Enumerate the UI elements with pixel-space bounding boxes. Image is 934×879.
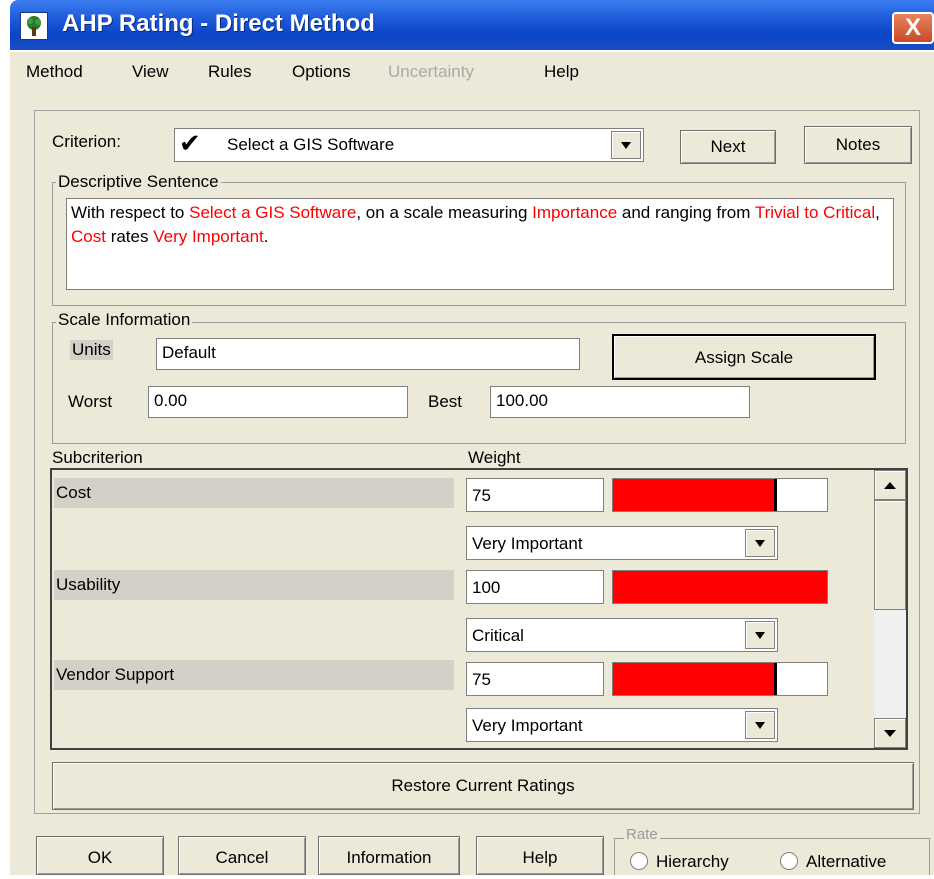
menu-uncertainty: Uncertainty — [388, 62, 474, 81]
best-label: Best — [428, 392, 463, 411]
cancel-button[interactable]: Cancel — [178, 836, 306, 875]
chevron-down-icon[interactable] — [611, 131, 641, 159]
best-field[interactable]: 100.00 — [490, 386, 750, 418]
units-label: Units — [70, 340, 113, 360]
rating-value: Very Important — [472, 716, 583, 735]
descriptive-part: . — [263, 227, 269, 246]
subcriterion-name: Usability — [54, 570, 454, 600]
weight-bar-fill — [613, 571, 827, 603]
alternative-radio[interactable] — [780, 852, 798, 870]
weight-field[interactable]: 75 — [466, 478, 604, 512]
menu-help[interactable]: Help — [544, 62, 579, 82]
rate-group-title: Rate — [624, 826, 660, 843]
hierarchy-radio[interactable] — [630, 852, 648, 870]
worst-field[interactable]: 0.00 — [148, 386, 408, 418]
descriptive-part: Trivial to Critical — [754, 203, 876, 222]
app-tree-icon — [20, 12, 48, 40]
criterion-label: Criterion: — [52, 132, 121, 151]
descriptive-part: With respect to — [71, 203, 190, 222]
descriptive-part: rates — [105, 227, 154, 246]
scroll-down-button[interactable] — [874, 718, 906, 748]
weight-bar-fill — [613, 663, 777, 695]
criterion-value: Select a GIS Software — [227, 135, 395, 154]
help-button[interactable]: Help — [476, 836, 604, 875]
weight-bar[interactable] — [612, 570, 828, 604]
rating-dropdown[interactable]: Critical — [466, 618, 778, 652]
menu-options[interactable]: Options — [292, 62, 351, 82]
descriptive-part: Cost — [71, 227, 106, 246]
rating-value: Critical — [472, 626, 524, 645]
descriptive-part: , — [875, 203, 880, 222]
worst-label: Worst — [68, 392, 113, 411]
checkmark-icon: ✔ — [179, 128, 201, 158]
subcriterion-header: Subcriterion — [52, 448, 143, 467]
descriptive-part: Very Important — [153, 227, 264, 246]
alternative-label: Alternative — [806, 852, 887, 871]
subcriterion-name: Vendor Support — [54, 660, 454, 690]
weight-bar[interactable] — [612, 478, 828, 512]
rating-value: Very Important — [472, 534, 583, 553]
chevron-down-icon — [884, 730, 896, 737]
weight-field[interactable]: 100 — [466, 570, 604, 604]
assign-scale-button[interactable]: Assign Scale — [612, 334, 876, 380]
weight-bar[interactable] — [612, 662, 828, 696]
descriptive-part: Select a GIS Software — [189, 203, 357, 222]
hierarchy-label: Hierarchy — [656, 852, 729, 871]
subcriterion-name: Cost — [54, 478, 454, 508]
ok-button[interactable]: OK — [36, 836, 164, 875]
rating-dropdown[interactable]: Very Important — [466, 526, 778, 560]
descriptive-part: Importance — [532, 203, 618, 222]
window-title: AHP Rating - Direct Method — [62, 10, 375, 37]
chevron-up-icon — [884, 482, 896, 489]
information-button[interactable]: Information — [318, 836, 460, 875]
weight-field[interactable]: 75 — [466, 662, 604, 696]
criterion-dropdown[interactable]: ✔ Select a GIS Software — [174, 128, 644, 162]
restore-ratings-button[interactable]: Restore Current Ratings — [52, 762, 914, 810]
descriptive-part: and ranging from — [617, 203, 755, 222]
descriptive-sentence-text: With respect to Select a GIS Software, o… — [66, 198, 894, 290]
next-button[interactable]: Next — [680, 130, 776, 164]
scroll-up-button[interactable] — [874, 470, 906, 500]
close-button[interactable]: X — [892, 12, 934, 44]
chevron-down-icon[interactable] — [745, 711, 775, 739]
descriptive-part: , on a scale measuring — [356, 203, 533, 222]
menu-view[interactable]: View — [132, 62, 169, 82]
notes-button[interactable]: Notes — [804, 126, 912, 164]
scale-information-title: Scale Information — [56, 310, 193, 330]
scroll-thumb[interactable] — [874, 500, 906, 610]
menu-rules[interactable]: Rules — [208, 62, 251, 82]
menu-method[interactable]: Method — [26, 62, 83, 82]
chevron-down-icon[interactable] — [745, 529, 775, 557]
units-field[interactable]: Default — [156, 338, 580, 370]
descriptive-sentence-title: Descriptive Sentence — [56, 172, 221, 192]
rating-dropdown[interactable]: Very Important — [466, 708, 778, 742]
weight-header: Weight — [468, 448, 521, 467]
chevron-down-icon[interactable] — [745, 621, 775, 649]
weight-bar-fill — [613, 479, 777, 511]
